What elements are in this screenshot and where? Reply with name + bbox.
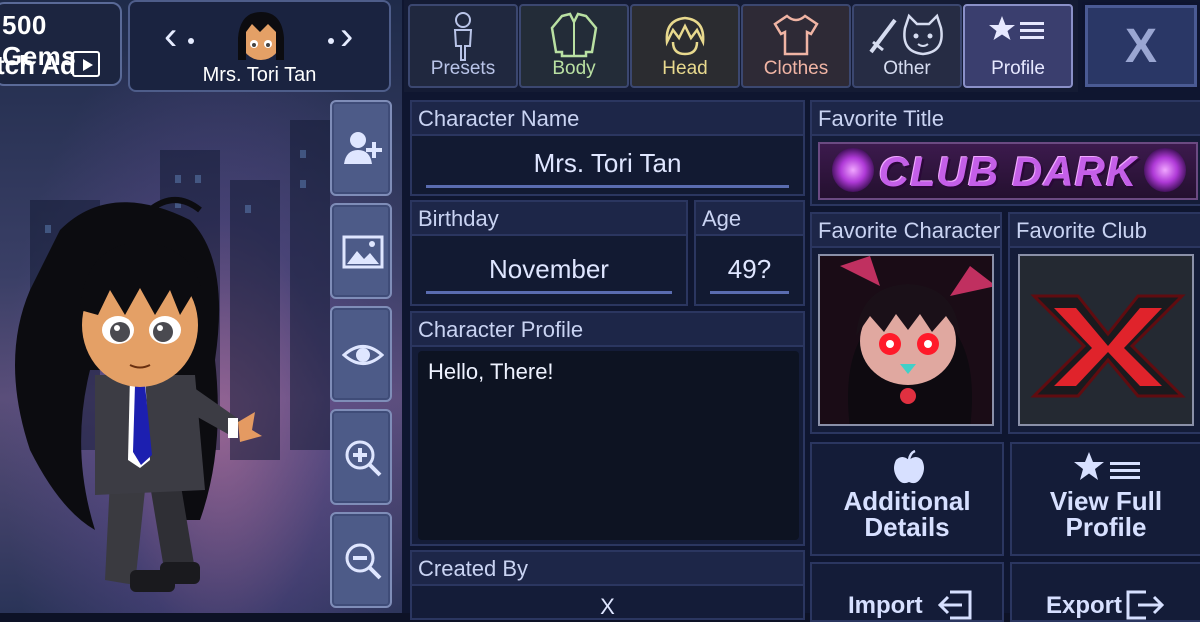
favorite-character-label: Favorite Character xyxy=(812,214,1000,248)
birthday-section: Birthday November xyxy=(410,200,688,306)
tab-presets[interactable]: Presets xyxy=(408,4,518,88)
background-button[interactable] xyxy=(330,203,392,299)
character-profile-textarea[interactable]: Hello, There! xyxy=(418,351,799,540)
tab-head[interactable]: Head xyxy=(630,4,740,88)
age-label: Age xyxy=(696,202,803,236)
character-avatar[interactable] xyxy=(232,8,290,62)
favorite-title-text: CLUB DARK xyxy=(878,148,1138,195)
tab-profile-label: Profile xyxy=(991,58,1045,79)
mannequin-icon xyxy=(453,12,473,61)
apple-icon xyxy=(894,450,924,484)
star-list-icon xyxy=(1074,452,1140,480)
favorite-character-section: Favorite Character xyxy=(810,212,1002,434)
favorite-club-section: Favorite Club xyxy=(1008,212,1200,434)
character-name-value: Mrs. Tori Tan xyxy=(533,148,682,178)
next-character-button[interactable]: › xyxy=(340,16,353,56)
birthday-value: November xyxy=(489,254,609,284)
sword-cat-icon xyxy=(869,13,943,56)
zoom-out-button[interactable] xyxy=(330,512,392,608)
created-by-value[interactable]: X xyxy=(412,594,803,620)
club-x-emblem xyxy=(1030,294,1186,398)
age-section: Age 49? xyxy=(694,200,805,306)
tab-profile[interactable]: Profile xyxy=(963,4,1073,88)
tab-head-label: Head xyxy=(662,58,708,79)
view-full-profile-button[interactable]: View Full Profile xyxy=(1010,442,1200,556)
character-selector-name: Mrs. Tori Tan xyxy=(202,64,317,86)
favorite-club-label: Favorite Club xyxy=(1010,214,1200,248)
character-name-section: Character Name Mrs. Tori Tan xyxy=(410,100,805,196)
import-label: Import xyxy=(848,592,923,619)
close-button[interactable]: X xyxy=(1082,2,1200,90)
favorite-title-section: Favorite Title CLUB DARK xyxy=(810,100,1200,206)
tab-clothes-label: Clothes xyxy=(763,58,829,79)
character-name-label: Character Name xyxy=(412,102,803,136)
birthday-field[interactable]: November xyxy=(412,236,686,304)
additional-details-button[interactable]: Additional Details xyxy=(810,442,1004,556)
view-full-profile-line1: View Full xyxy=(1049,486,1163,516)
character-profile-section: Character Profile Hello, There! xyxy=(410,311,805,546)
export-button[interactable]: Export xyxy=(1010,562,1200,622)
export-icon xyxy=(1126,590,1165,620)
character-figure[interactable] xyxy=(0,190,330,613)
zoom-in-icon xyxy=(345,440,382,477)
star-list-icon xyxy=(989,16,1044,40)
created-by-label: Created By xyxy=(412,552,803,586)
prev-character-button[interactable]: ‹ xyxy=(164,16,177,56)
favorite-character-image[interactable] xyxy=(818,254,994,426)
close-icon: X xyxy=(1124,20,1157,73)
zoom-out-icon xyxy=(345,543,382,580)
character-scene: 500 Gems tch Ad ‹ › Mrs. Tori Tan xyxy=(0,0,402,613)
favorite-character-portrait xyxy=(820,256,992,424)
add-character-button[interactable] xyxy=(330,100,392,196)
character-selector: ‹ › Mrs. Tori Tan xyxy=(128,0,391,92)
video-icon xyxy=(72,51,100,77)
import-icon xyxy=(937,590,972,620)
shirt-icon xyxy=(773,14,819,56)
character-profile-label: Character Profile xyxy=(412,313,803,347)
image-icon xyxy=(342,235,384,269)
character-name-field[interactable]: Mrs. Tori Tan xyxy=(412,136,803,194)
gems-counter[interactable]: 500 Gems tch Ad xyxy=(0,2,122,86)
tab-body[interactable]: Body xyxy=(519,4,629,88)
import-button[interactable]: Import xyxy=(810,562,1004,622)
tab-other-label: Other xyxy=(883,58,931,79)
favorite-club-image[interactable] xyxy=(1018,254,1194,426)
add-user-icon xyxy=(344,132,382,164)
name-underline xyxy=(426,185,789,188)
tab-other[interactable]: Other xyxy=(852,4,962,88)
character-profile-text: Hello, There! xyxy=(428,359,554,384)
age-field[interactable]: 49? xyxy=(696,236,803,304)
additional-details-line2: Details xyxy=(864,512,950,542)
birthday-label: Birthday xyxy=(412,202,686,236)
created-by-section: Created By X xyxy=(410,550,805,620)
watch-ad-label: tch Ad xyxy=(0,50,76,80)
view-full-profile-line2: Profile xyxy=(1065,512,1147,542)
tab-clothes[interactable]: Clothes xyxy=(741,4,851,88)
favorite-title-label: Favorite Title xyxy=(812,102,1200,136)
jacket-icon xyxy=(550,12,598,58)
age-value: 49? xyxy=(727,254,772,284)
birthday-underline xyxy=(426,291,672,294)
next-dot-icon xyxy=(328,38,334,44)
age-underline xyxy=(710,291,789,294)
tab-presets-label: Presets xyxy=(430,58,496,79)
favorite-title-banner[interactable]: CLUB DARK xyxy=(818,142,1198,200)
hair-icon xyxy=(665,16,705,56)
visibility-button[interactable] xyxy=(330,306,392,402)
export-label: Export xyxy=(1046,592,1123,619)
eye-icon xyxy=(342,345,384,365)
additional-details-line1: Additional xyxy=(843,486,971,516)
zoom-in-button[interactable] xyxy=(330,409,392,505)
tab-body-label: Body xyxy=(552,58,596,79)
prev-dot-icon xyxy=(188,38,194,44)
